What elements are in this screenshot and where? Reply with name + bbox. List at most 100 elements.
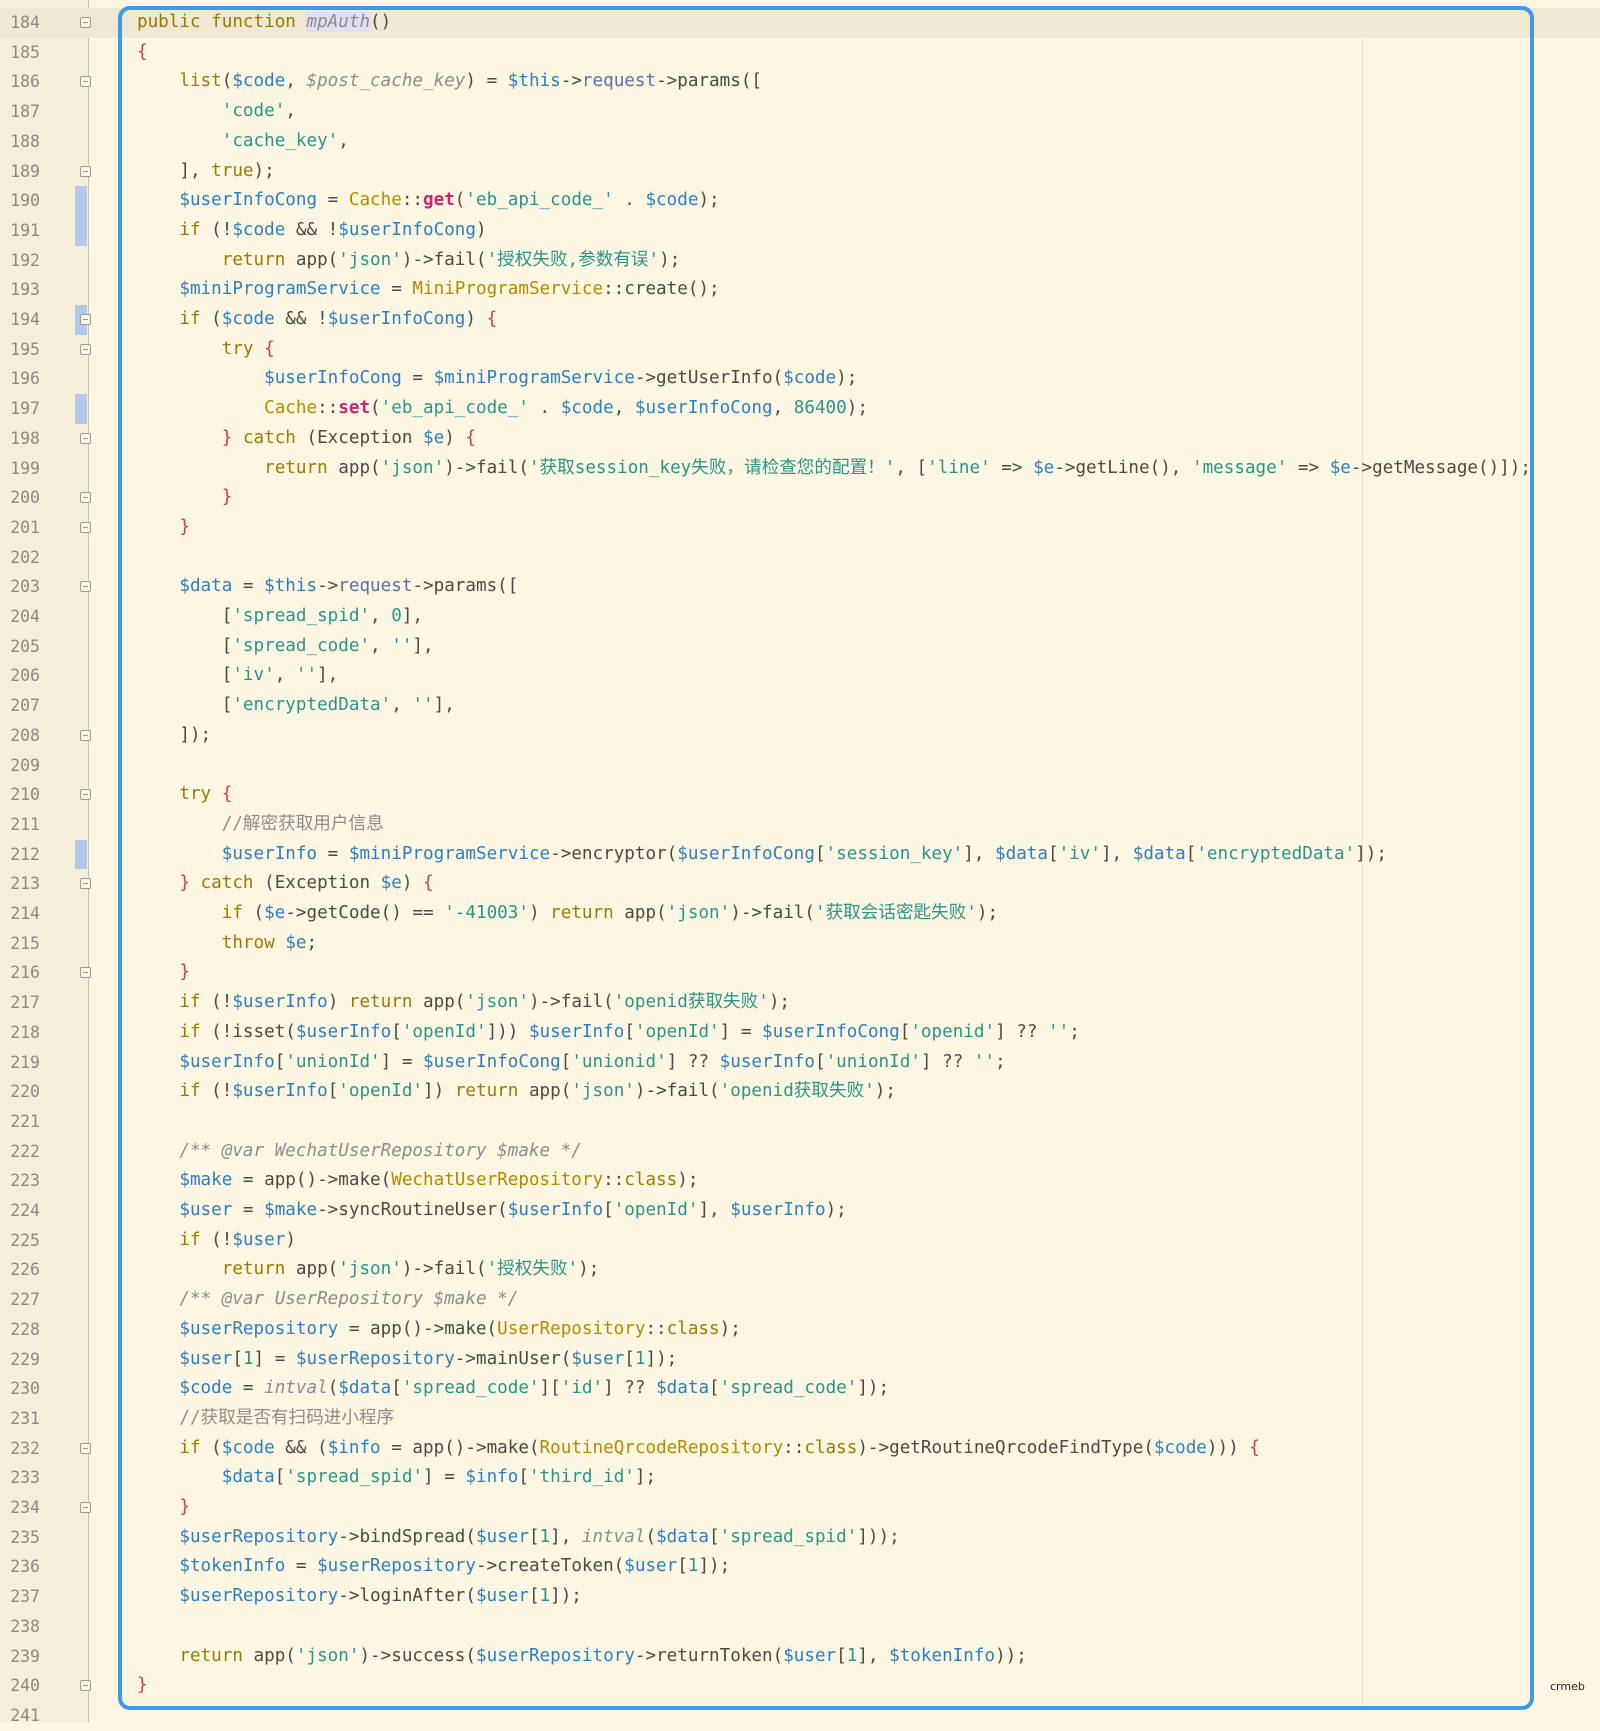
- code-text[interactable]: ]);: [137, 721, 211, 751]
- code-text[interactable]: /** @var UserRepository $make */: [137, 1285, 518, 1315]
- code-text[interactable]: 'code',: [137, 97, 296, 127]
- code-line[interactable]: 192 return app('json')->fail('授权失败,参数有误'…: [0, 246, 1600, 276]
- code-line[interactable]: 224 $user = $make->syncRoutineUser($user…: [0, 1196, 1600, 1226]
- code-text[interactable]: $make = app()->make(WechatUserRepository…: [137, 1166, 698, 1196]
- code-line[interactable]: 206 ['iv', ''],: [0, 661, 1600, 691]
- code-line[interactable]: 185 {: [0, 38, 1600, 68]
- code-line[interactable]: 218 if (!isset($userInfo['openId'])) $us…: [0, 1018, 1600, 1048]
- code-line[interactable]: 233 $data['spread_spid'] = $info['third_…: [0, 1463, 1600, 1493]
- code-line[interactable]: 211 //解密获取用户信息: [0, 810, 1600, 840]
- code-text[interactable]: //解密获取用户信息: [137, 810, 384, 840]
- code-text[interactable]: if (!$userInfo) return app('json')->fail…: [137, 988, 790, 1018]
- code-line[interactable]: 219 $userInfo['unionId'] = $userInfoCong…: [0, 1048, 1600, 1078]
- change-marker[interactable]: [75, 186, 87, 216]
- code-text[interactable]: ['iv', ''],: [137, 661, 339, 691]
- code-text[interactable]: if ($code && ($info = app()->make(Routin…: [137, 1434, 1259, 1464]
- code-text[interactable]: }: [137, 513, 190, 543]
- code-text[interactable]: }: [137, 958, 190, 988]
- code-text[interactable]: $tokenInfo = $userRepository->createToke…: [137, 1552, 730, 1582]
- code-line[interactable]: 194 if ($code && !$userInfoCong) {: [0, 305, 1600, 335]
- fold-toggle-icon[interactable]: [80, 967, 91, 979]
- code-text[interactable]: if (!$user): [137, 1226, 296, 1256]
- code-text[interactable]: return app('json')->success($userReposit…: [137, 1642, 1026, 1672]
- fold-toggle-icon[interactable]: [80, 492, 91, 504]
- code-line[interactable]: 195 try {: [0, 335, 1600, 365]
- code-text[interactable]: $userInfo['unionId'] = $userInfoCong['un…: [137, 1048, 1005, 1078]
- code-text[interactable]: return app('json')->fail('授权失败,参数有误');: [137, 246, 681, 276]
- fold-toggle-icon[interactable]: [80, 878, 91, 890]
- code-text[interactable]: try {: [137, 335, 275, 365]
- code-text[interactable]: $user = $make->syncRoutineUser($userInfo…: [137, 1196, 846, 1226]
- code-text[interactable]: $userInfoCong = Cache::get('eb_api_code_…: [137, 186, 719, 216]
- fold-toggle-icon[interactable]: [80, 343, 91, 355]
- code-text[interactable]: try {: [137, 780, 232, 810]
- code-line[interactable]: 203 $data = $this->request->params([: [0, 572, 1600, 602]
- code-text[interactable]: ['encryptedData', ''],: [137, 691, 455, 721]
- code-line[interactable]: 230 $code = intval($data['spread_code'][…: [0, 1374, 1600, 1404]
- code-text[interactable]: list($code, $post_cache_key) = $this->re…: [137, 67, 762, 97]
- fold-toggle-icon[interactable]: [80, 581, 91, 593]
- code-text[interactable]: $userRepository = app()->make(UserReposi…: [137, 1315, 740, 1345]
- fold-toggle-icon[interactable]: [80, 1442, 91, 1454]
- fold-toggle-icon[interactable]: [80, 432, 91, 444]
- code-text[interactable]: $userRepository->loginAfter($user[1]);: [137, 1582, 582, 1612]
- code-line[interactable]: 227 /** @var UserRepository $make */: [0, 1285, 1600, 1315]
- code-line[interactable]: 212 $userInfo = $miniProgramService->enc…: [0, 839, 1600, 870]
- code-line[interactable]: 216 }: [0, 958, 1600, 988]
- code-line[interactable]: 236 $tokenInfo = $userRepository->create…: [0, 1552, 1600, 1582]
- code-text[interactable]: }: [137, 1493, 190, 1523]
- code-line[interactable]: 220 if (!$userInfo['openId']) return app…: [0, 1077, 1600, 1107]
- code-line[interactable]: 237 $userRepository->loginAfter($user[1]…: [0, 1582, 1600, 1612]
- fold-toggle-icon[interactable]: [80, 17, 91, 28]
- code-text[interactable]: Cache::set('eb_api_code_' . $code, $user…: [137, 394, 868, 424]
- code-line[interactable]: 188 'cache_key',: [0, 127, 1600, 157]
- code-text[interactable]: $userRepository->bindSpread($user[1], in…: [137, 1523, 899, 1553]
- fold-toggle-icon[interactable]: [80, 1502, 91, 1513]
- code-line[interactable]: 202: [0, 543, 1600, 573]
- code-line[interactable]: 205 ['spread_code', ''],: [0, 632, 1600, 662]
- code-line[interactable]: 197 Cache::set('eb_api_code_' . $code, $…: [0, 394, 1600, 424]
- code-line[interactable]: 214 if ($e->getCode() == '-41003') retur…: [0, 899, 1600, 929]
- code-line[interactable]: 240}: [0, 1671, 1600, 1701]
- code-line[interactable]: 184 public function mpAuth(): [0, 8, 1600, 38]
- code-line[interactable]: 241: [0, 1701, 1600, 1731]
- code-text[interactable]: if (!$userInfo['openId']) return app('js…: [137, 1077, 896, 1107]
- code-text[interactable]: $data = $this->request->params([: [137, 572, 518, 602]
- code-text[interactable]: $miniProgramService = MiniProgramService…: [137, 275, 719, 305]
- code-line[interactable]: 231 //获取是否有扫码进小程序: [0, 1404, 1600, 1434]
- code-line[interactable]: 187 'code',: [0, 97, 1600, 127]
- code-line[interactable]: 222 /** @var WechatUserRepository $make …: [0, 1137, 1600, 1167]
- code-text[interactable]: throw $e;: [137, 929, 317, 959]
- fold-toggle-icon[interactable]: [80, 1680, 91, 1692]
- code-text[interactable]: } catch (Exception $e) {: [137, 424, 476, 454]
- code-line[interactable]: 200 }: [0, 483, 1600, 513]
- code-text[interactable]: $code = intval($data['spread_code']['id'…: [137, 1374, 889, 1404]
- code-line[interactable]: 201 }: [0, 513, 1600, 543]
- code-text[interactable]: 'cache_key',: [137, 127, 349, 157]
- code-line[interactable]: 225 if (!$user): [0, 1226, 1600, 1256]
- code-line[interactable]: 235 $userRepository->bindSpread($user[1]…: [0, 1523, 1600, 1553]
- code-line[interactable]: 213 } catch (Exception $e) {: [0, 869, 1600, 899]
- code-text[interactable]: if (!isset($userInfo['openId'])) $userIn…: [137, 1018, 1079, 1048]
- code-line[interactable]: 190 $userInfoCong = Cache::get('eb_api_c…: [0, 186, 1600, 216]
- code-text[interactable]: return app('json')->fail('授权失败');: [137, 1255, 600, 1285]
- fold-toggle-icon[interactable]: [80, 729, 91, 741]
- code-line[interactable]: 191 if (!$code && !$userInfoCong): [0, 215, 1600, 246]
- code-text[interactable]: ['spread_code', ''],: [137, 632, 434, 662]
- code-line[interactable]: 198 } catch (Exception $e) {: [0, 424, 1600, 454]
- code-line[interactable]: 232 if ($code && ($info = app()->make(Ro…: [0, 1434, 1600, 1464]
- code-line[interactable]: 228 $userRepository = app()->make(UserRe…: [0, 1315, 1600, 1345]
- code-text[interactable]: }: [137, 483, 233, 513]
- code-text[interactable]: if (!$code && !$userInfoCong): [137, 216, 486, 246]
- code-text[interactable]: if ($code && !$userInfoCong) {: [137, 305, 497, 335]
- code-line[interactable]: 217 if (!$userInfo) return app('json')->…: [0, 988, 1600, 1018]
- code-text[interactable]: }: [137, 1671, 148, 1701]
- code-text[interactable]: ], true);: [137, 157, 274, 187]
- code-line[interactable]: 210 try {: [0, 780, 1600, 810]
- code-text[interactable]: return app('json')->fail('获取session_key失…: [137, 454, 1531, 484]
- code-line[interactable]: 226 return app('json')->fail('授权失败');: [0, 1255, 1600, 1285]
- code-text[interactable]: public function mpAuth(): [137, 8, 391, 38]
- fold-toggle-icon[interactable]: [80, 521, 91, 533]
- code-line[interactable]: 204 ['spread_spid', 0],: [0, 602, 1600, 632]
- code-line[interactable]: 207 ['encryptedData', ''],: [0, 691, 1600, 721]
